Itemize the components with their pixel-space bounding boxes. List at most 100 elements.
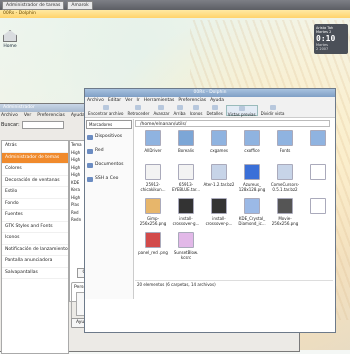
toolbar-label: Arriba bbox=[173, 111, 186, 116]
file-item[interactable]: install-crossover-p... bbox=[203, 197, 235, 227]
network-icon bbox=[87, 148, 93, 154]
category-list: Atrás Administrador de temas Colores Dec… bbox=[1, 140, 69, 354]
dolphin-menubar: Archivo Editar Ver Ir Herramientas Prefe… bbox=[85, 97, 335, 104]
arrow-up-icon bbox=[176, 105, 183, 110]
file-name: Azureus_ 128x128.png bbox=[238, 182, 266, 192]
category-icons[interactable]: Iconos bbox=[2, 233, 68, 245]
place-network[interactable]: Red bbox=[85, 144, 133, 158]
menu-ir[interactable]: Ir bbox=[137, 97, 140, 104]
file-item[interactable]: Gimp-256x256.png bbox=[137, 197, 169, 227]
menu-archivo[interactable]: Archivo bbox=[87, 97, 104, 104]
home-icon bbox=[3, 30, 17, 42]
file-item[interactable]: cxoffice bbox=[236, 129, 268, 159]
category-window-decoration[interactable]: Decoración de ventanas bbox=[2, 176, 68, 187]
file-icon bbox=[178, 164, 194, 180]
toolbar-label: Vistas previas bbox=[227, 112, 256, 117]
file-grid: AllDriver Borealis cxgames cxoffice Fonts 259… bbox=[137, 129, 333, 261]
menu-ver[interactable]: Ver bbox=[125, 97, 132, 104]
back-button[interactable]: Retroceder bbox=[127, 105, 151, 116]
menu-preferencias[interactable]: Preferencias bbox=[37, 112, 65, 119]
category-screensaver[interactable]: Salvapantallas bbox=[2, 268, 68, 279]
file-item[interactable]: Movie-256x256.png bbox=[269, 197, 301, 227]
file-item[interactable]: 65913-EYEBLUE.tar... bbox=[170, 163, 202, 193]
file-name: Fonts bbox=[279, 148, 291, 153]
up-button[interactable]: Arriba bbox=[173, 105, 187, 116]
active-window-title[interactable]: 00Rs - Dolphin bbox=[0, 10, 350, 18]
file-icon bbox=[310, 164, 326, 180]
file-item[interactable]: Borealis bbox=[170, 129, 202, 159]
arrow-right-icon bbox=[158, 105, 165, 110]
file-item[interactable]: cxgames bbox=[203, 129, 235, 159]
file-item[interactable]: Ater-1.2.tar.bz2 bbox=[203, 163, 235, 193]
task-button-amarok[interactable]: Amarok bbox=[67, 0, 93, 10]
split-view-button[interactable]: Dividir vista bbox=[260, 105, 286, 116]
file-name: install-crossover-p... bbox=[205, 216, 233, 226]
icons-view-button[interactable]: Iconos bbox=[189, 105, 204, 116]
file-icon bbox=[211, 164, 227, 180]
dolphin-title[interactable]: 00Rs - Dolphin bbox=[85, 89, 335, 97]
file-item[interactable]: KDE_Crystal_ Diamond_ic... bbox=[236, 197, 268, 227]
preview-icon bbox=[238, 106, 245, 111]
desktop-home-icon[interactable]: Home bbox=[2, 30, 18, 52]
place-ssh[interactable]: SSH a Ceo bbox=[85, 172, 133, 186]
file-icon bbox=[145, 130, 161, 146]
menu-herramientas[interactable]: Herramientas bbox=[144, 97, 175, 104]
file-item[interactable]: AllDriver bbox=[137, 129, 169, 159]
file-name: install-crossover-g... bbox=[172, 216, 200, 226]
category-splash[interactable]: Pantalla anunciadora bbox=[2, 256, 68, 268]
file-icon bbox=[211, 130, 227, 146]
menu-ayuda[interactable]: Ayuda bbox=[210, 97, 224, 104]
file-name: 25912-chicakikun... bbox=[140, 182, 166, 192]
file-item[interactable] bbox=[302, 197, 334, 227]
file-item[interactable]: 25912-chicakikun... bbox=[137, 163, 169, 193]
file-icon bbox=[310, 198, 326, 214]
task-button-taskmanager[interactable]: Administrador de tareas bbox=[2, 0, 65, 10]
menu-ayuda[interactable]: Ayuda bbox=[71, 112, 85, 119]
category-colors[interactable]: Colores bbox=[2, 164, 68, 176]
category-style[interactable]: Estilo bbox=[2, 187, 68, 199]
toolbar-label: Retroceder bbox=[127, 111, 150, 116]
places-dropdown[interactable]: Marcadores bbox=[86, 120, 132, 129]
file-item[interactable]: Fonts bbox=[269, 129, 301, 159]
file-item[interactable] bbox=[302, 163, 334, 193]
forward-button[interactable]: Avanzar bbox=[152, 105, 170, 116]
file-name: Gimp-256x256.png bbox=[139, 216, 167, 226]
taskbar: Administrador de tareas Amarok bbox=[0, 0, 350, 10]
place-devices[interactable]: Dispositivos bbox=[85, 130, 133, 144]
search-input[interactable] bbox=[21, 121, 64, 129]
file-icon bbox=[310, 130, 326, 146]
file-item[interactable]: SunsetBlow. kcsrc bbox=[170, 231, 202, 261]
place-documents[interactable]: Documentos bbox=[85, 158, 133, 172]
location-bar[interactable]: /home/elnanan/utils/ bbox=[135, 120, 330, 127]
clock-widget: Arista Tah Martes 2 0:10 Martes 2 2007 bbox=[314, 24, 348, 54]
search-label: Buscar: bbox=[1, 122, 20, 128]
places-panel: Marcadores Dispositivos Red Documentos S… bbox=[85, 119, 134, 299]
menu-archivo[interactable]: Archivo bbox=[1, 112, 18, 119]
file-icon bbox=[211, 198, 227, 214]
category-theme-manager[interactable]: Administrador de temas bbox=[2, 152, 68, 164]
file-icon bbox=[277, 130, 293, 146]
file-item[interactable]: ComeCursors-0.5.1.tar.bz2 bbox=[269, 163, 301, 193]
file-icon bbox=[244, 164, 260, 180]
menu-editar[interactable]: Editar bbox=[108, 97, 121, 104]
previews-button[interactable]: Vistas previas bbox=[225, 105, 258, 117]
file-icon bbox=[178, 198, 194, 214]
status-bar: 20 elementos (6 carpetas, 14 archivos) bbox=[135, 280, 333, 288]
dolphin-window: 00Rs - Dolphin Archivo Editar Ver Ir Her… bbox=[84, 88, 336, 333]
details-view-button[interactable]: Detalles bbox=[205, 105, 223, 116]
category-fonts[interactable]: Fuentes bbox=[2, 210, 68, 222]
file-item[interactable]: install-crossover-g... bbox=[170, 197, 202, 227]
menu-ver[interactable]: Ver bbox=[24, 112, 31, 119]
file-icon bbox=[145, 164, 161, 180]
file-item[interactable]: panel_red .png bbox=[137, 231, 169, 261]
category-back[interactable]: Atrás bbox=[2, 141, 68, 153]
file-item[interactable]: Azureus_ 128x128.png bbox=[236, 163, 268, 193]
menu-preferencias[interactable]: Preferencias bbox=[178, 97, 206, 104]
category-background[interactable]: Fondo bbox=[2, 199, 68, 210]
category-launch-feedback[interactable]: Notificación de lanzamiento bbox=[2, 245, 68, 256]
category-gtk[interactable]: GTK Styles and Fonts bbox=[2, 222, 68, 233]
place-label: Dispositivos bbox=[95, 134, 123, 139]
find-file-button[interactable]: Encontrar archivo bbox=[87, 105, 125, 116]
file-item[interactable] bbox=[302, 129, 334, 159]
ssh-icon bbox=[87, 176, 93, 182]
